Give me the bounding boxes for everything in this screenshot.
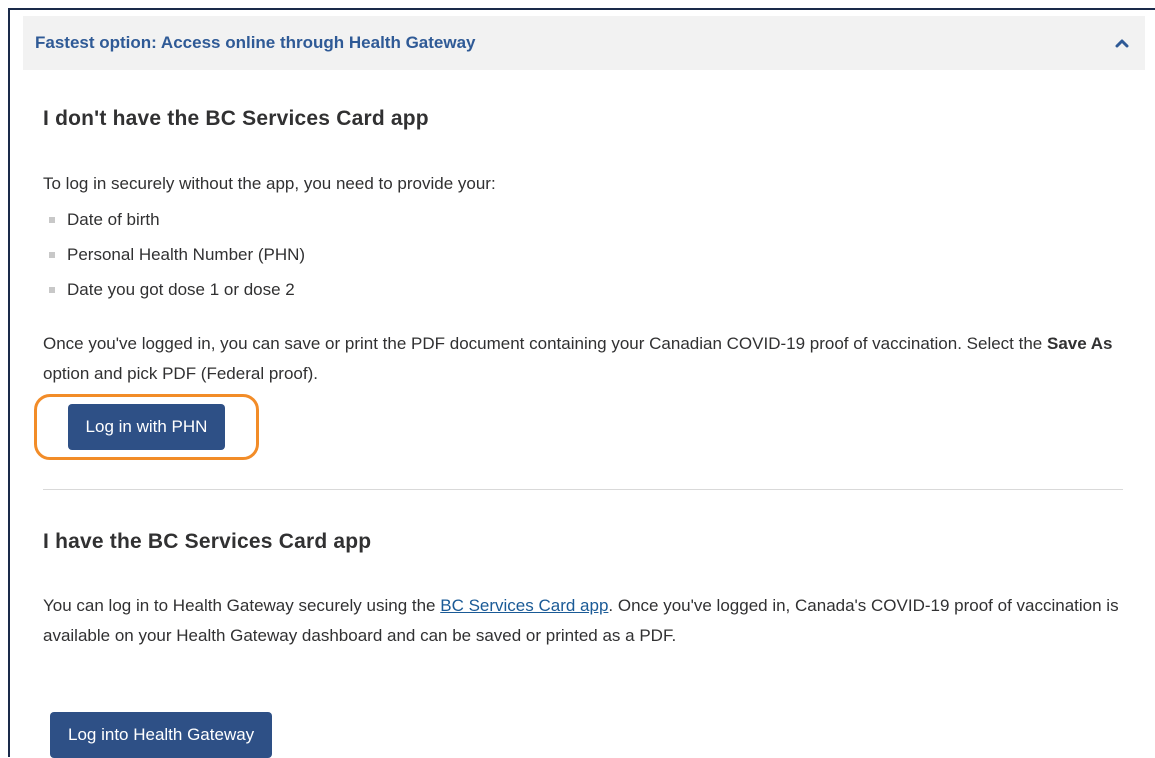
log-into-health-gateway-button[interactable]: Log into Health Gateway <box>50 712 273 758</box>
has-app-heading: I have the BC Services Card app <box>43 530 372 553</box>
bullet-icon <box>49 286 55 293</box>
section-divider <box>43 489 1123 490</box>
has-app-text: You can log in to Health Gateway securel… <box>43 596 441 615</box>
save-instructions: Once you've logged in, you can save or p… <box>43 329 1123 389</box>
list-item-text: Date you got dose 1 or dose 2 <box>67 279 295 299</box>
list-item-text: Date of birth <box>67 209 160 229</box>
accordion-title[interactable]: Fastest option: Access online through He… <box>35 33 476 53</box>
chevron-up-icon[interactable] <box>1111 32 1133 54</box>
list-item: Date you got dose 1 or dose 2 <box>43 272 305 307</box>
save-as-emphasis: Save As <box>1046 334 1113 353</box>
save-instructions-text: Once you've logged in, you can save or p… <box>43 334 1047 353</box>
save-instructions-text-end: option and pick PDF (Federal proof). <box>43 364 318 383</box>
accordion-panel: Fastest option: Access online through He… <box>23 16 1145 758</box>
no-app-intro: To log in securely without the app, you … <box>43 174 496 193</box>
requirements-list: Date of birth Personal Health Number (PH… <box>43 202 305 307</box>
list-item: Date of birth <box>43 202 305 237</box>
accordion-header[interactable]: Fastest option: Access online through He… <box>23 16 1145 70</box>
list-item-text: Personal Health Number (PHN) <box>67 244 306 264</box>
highlight-outline: Log in with PHN <box>34 394 259 460</box>
log-in-with-phn-button[interactable]: Log in with PHN <box>67 404 226 450</box>
no-app-heading: I don't have the BC Services Card app <box>43 107 429 130</box>
bc-services-card-app-link[interactable]: BC Services Card app <box>440 596 608 615</box>
list-item: Personal Health Number (PHN) <box>43 237 305 272</box>
bullet-icon <box>49 216 55 223</box>
has-app-description: You can log in to Health Gateway securel… <box>43 591 1133 651</box>
bullet-icon <box>49 251 55 258</box>
